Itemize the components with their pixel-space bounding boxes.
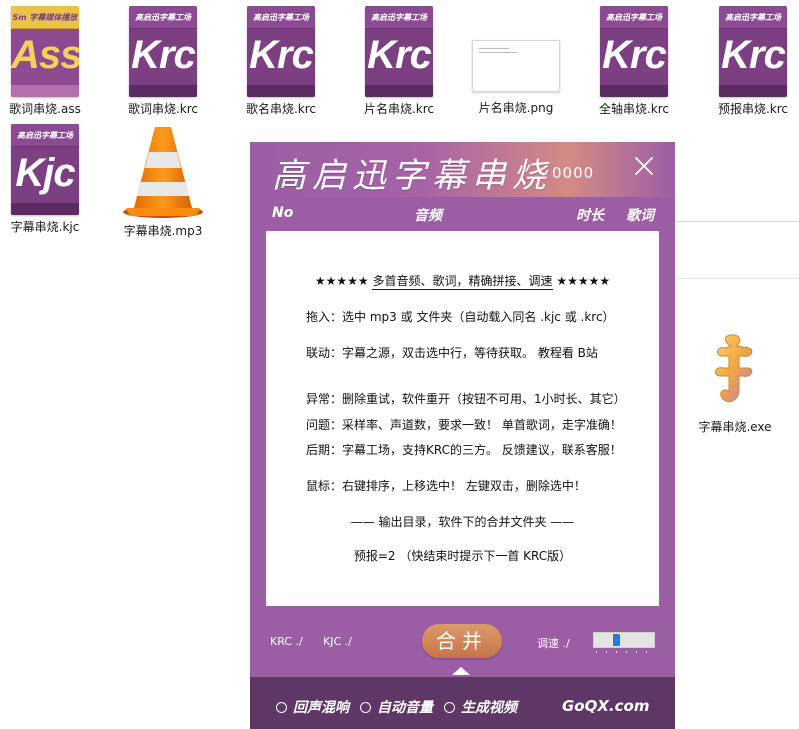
info-line: 鼠标：右键排序，上移选中！ 左键双击，删除选中！ bbox=[306, 479, 586, 493]
slider-ticks bbox=[596, 651, 654, 655]
file-type-label: Krc bbox=[721, 33, 786, 77]
ass-file-icon: Sm 字幕媒体播放 Ass bbox=[11, 6, 79, 97]
info-line: 异常：删除重试，软件重开（按钮不可用、1小时长、其它） bbox=[306, 392, 626, 406]
file-png-title[interactable]: 片名串烧.png bbox=[461, 6, 571, 116]
stars-left: ★★★★★ bbox=[314, 274, 369, 288]
slider-knob[interactable] bbox=[613, 634, 620, 646]
file-type-label: Krc bbox=[249, 33, 314, 77]
file-name: 字幕串烧.exe bbox=[698, 420, 772, 434]
echo-reverb-option[interactable]: 回声混响 bbox=[276, 697, 349, 717]
file-name: 字幕串烧.mp3 bbox=[123, 224, 203, 238]
option-label: 回声混响 bbox=[293, 700, 349, 716]
file-exe[interactable]: 字幕串烧.exe bbox=[690, 330, 780, 435]
file-badge: 高启迅字幕工场 bbox=[365, 6, 433, 29]
radio-icon bbox=[360, 702, 371, 713]
file-name: 全轴串烧.krc bbox=[598, 102, 670, 116]
krc-toggle[interactable]: KRC ./ bbox=[270, 635, 303, 648]
file-badge: 高启迅字幕工场 bbox=[11, 124, 79, 147]
file-krc-songname[interactable]: 高启迅字幕工场 Krc 歌名串烧.krc bbox=[226, 6, 336, 117]
radio-icon bbox=[444, 702, 455, 713]
speed-toggle[interactable]: 调速 ./ bbox=[537, 635, 570, 651]
speed-slider[interactable] bbox=[593, 632, 655, 648]
file-name: 歌名串烧.krc bbox=[245, 102, 317, 116]
krc-file-icon: 高启迅字幕工场 Krc bbox=[247, 6, 315, 97]
file-name: 片名串烧.krc bbox=[363, 102, 435, 116]
file-krc-full[interactable]: 高启迅字幕工场 Krc 全轴串烧.krc bbox=[579, 6, 689, 117]
file-name: 片名串烧.png bbox=[478, 101, 554, 115]
info-line: 问题：采样率、声道数，要求一致！ 单首歌词，走字准确！ bbox=[306, 418, 622, 432]
file-badge: 高启迅字幕工场 bbox=[129, 6, 197, 29]
app-window: 高启迅字幕串烧 0000 No 音频 时长 歌词 ★★★★★ 多首音频、歌词，精… bbox=[250, 142, 675, 729]
headline: ★★★★★ 多首音频、歌词，精确拼接、调速 ★★★★★ bbox=[266, 272, 659, 290]
headline-text: 多首音频、歌词，精确拼接、调速 bbox=[372, 274, 553, 290]
file-krc-title[interactable]: 高启迅字幕工场 Krc 片名串烧.krc bbox=[344, 6, 454, 117]
generate-video-option[interactable]: 生成视频 bbox=[444, 697, 517, 717]
file-mp3[interactable]: 字幕串烧.mp3 bbox=[108, 124, 218, 239]
file-krc-lyrics[interactable]: 高启迅字幕工场 Krc 歌词串烧.krc bbox=[108, 6, 218, 117]
background-window bbox=[673, 221, 799, 729]
option-label: 生成视频 bbox=[461, 700, 517, 716]
column-header-duration[interactable]: 时长 bbox=[576, 205, 604, 225]
file-name: 预报串烧.krc bbox=[717, 102, 789, 116]
auto-volume-option[interactable]: 自动音量 bbox=[360, 697, 433, 717]
app-title: 高启迅字幕串烧 bbox=[272, 156, 552, 196]
option-label: 自动音量 bbox=[377, 700, 433, 716]
file-badge: 高启迅字幕工场 bbox=[719, 6, 787, 29]
caret-up-icon bbox=[452, 667, 470, 675]
krc-file-icon: 高启迅字幕工场 Krc bbox=[129, 6, 197, 97]
merge-button[interactable]: 合并 bbox=[422, 624, 502, 658]
column-header-audio[interactable]: 音频 bbox=[414, 205, 442, 225]
file-type-label: Ass bbox=[11, 33, 79, 77]
file-krc-preview[interactable]: 高启迅字幕工场 Krc 预报串烧.krc bbox=[698, 6, 799, 117]
file-badge: 高启迅字幕工场 bbox=[247, 6, 315, 29]
info-line: 后期：字幕工场，支持KRC的三方。 反馈建议，联系客服！ bbox=[306, 443, 622, 457]
file-ass[interactable]: Sm 字幕媒体播放 Ass 歌词串烧.ass bbox=[0, 6, 100, 117]
file-type-label: Krc bbox=[367, 33, 432, 77]
column-header-lyrics[interactable]: 歌词 bbox=[626, 205, 654, 225]
info-line: 拖入：选中 mp3 或 文件夹（自动载入同名 .kjc 或 .krc） bbox=[306, 310, 615, 324]
brand-link[interactable]: GoQX.com bbox=[562, 697, 649, 715]
file-type-label: Krc bbox=[602, 33, 667, 77]
app-exe-icon bbox=[715, 334, 753, 403]
file-kjc[interactable]: 高启迅字幕工场 Kjc 字幕串烧.kjc bbox=[0, 124, 100, 235]
stars-right: ★★★★★ bbox=[556, 274, 611, 288]
counter-display: 0000 bbox=[552, 164, 595, 182]
file-badge: 高启迅字幕工场 bbox=[600, 6, 668, 29]
png-thumbnail-icon bbox=[472, 40, 560, 92]
vlc-cone-icon bbox=[123, 127, 203, 218]
kjc-toggle[interactable]: KJC ./ bbox=[323, 635, 352, 648]
info-line: 联动：字幕之源，双击选中行，等待获取。 教程看 B站 bbox=[306, 346, 598, 360]
track-list-panel[interactable]: ★★★★★ 多首音频、歌词，精确拼接、调速 ★★★★★ 拖入：选中 mp3 或 … bbox=[266, 231, 659, 606]
file-name: 歌词串烧.krc bbox=[127, 102, 199, 116]
info-line: 预报=2 （快结束时提示下一首 KRC版） bbox=[353, 549, 572, 563]
file-type-label: Kjc bbox=[15, 151, 75, 195]
krc-file-icon: 高启迅字幕工场 Krc bbox=[365, 6, 433, 97]
krc-file-icon: 高启迅字幕工场 Krc bbox=[600, 6, 668, 97]
file-name: 歌词串烧.ass bbox=[9, 102, 81, 116]
info-line: —— 输出目录，软件下的合并文件夹 —— bbox=[350, 515, 575, 529]
file-type-label: Krc bbox=[131, 33, 196, 77]
file-name: 字幕串烧.kjc bbox=[10, 220, 80, 234]
column-header-no[interactable]: No bbox=[272, 205, 293, 221]
radio-icon bbox=[276, 702, 287, 713]
file-badge: Sm 字幕媒体播放 bbox=[11, 6, 79, 29]
kjc-file-icon: 高启迅字幕工场 Kjc bbox=[11, 124, 79, 215]
close-icon[interactable] bbox=[633, 155, 655, 177]
krc-file-icon: 高启迅字幕工场 Krc bbox=[719, 6, 787, 97]
